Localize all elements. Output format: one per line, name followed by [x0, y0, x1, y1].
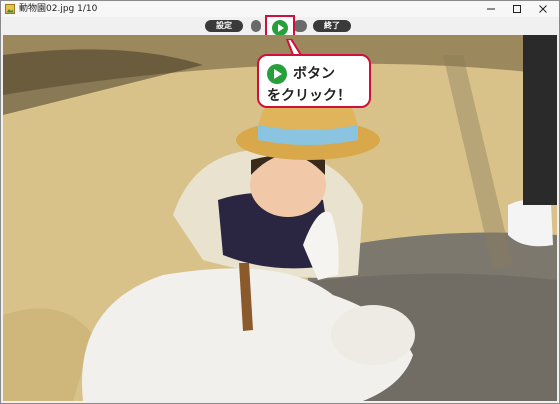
maximize-icon — [513, 5, 521, 13]
callout-line-2: をクリック！ — [267, 88, 351, 104]
callout-line-1: ボタン — [293, 66, 335, 82]
play-icon — [278, 24, 284, 32]
play-button[interactable] — [272, 20, 288, 36]
close-button[interactable] — [531, 1, 555, 17]
previous-button[interactable] — [251, 20, 261, 32]
play-icon — [274, 69, 282, 79]
instruction-callout: ボタン をクリック！ — [257, 54, 371, 108]
next-button[interactable] — [293, 20, 307, 32]
close-icon — [539, 5, 547, 13]
minimize-icon — [487, 8, 495, 10]
maximize-button[interactable] — [505, 1, 529, 17]
image-app-icon — [5, 4, 15, 14]
play-icon-in-callout — [267, 64, 287, 84]
photo-viewer-window: 動物園02.jpg 1/10 設定 終了 ボタン をクリック！ — [0, 0, 560, 404]
window-title: 動物園02.jpg 1/10 — [19, 4, 98, 14]
settings-button[interactable]: 設定 — [205, 20, 243, 32]
callout-pointer — [285, 39, 303, 56]
minimize-button[interactable] — [479, 1, 503, 17]
exit-button[interactable]: 終了 — [313, 20, 351, 32]
